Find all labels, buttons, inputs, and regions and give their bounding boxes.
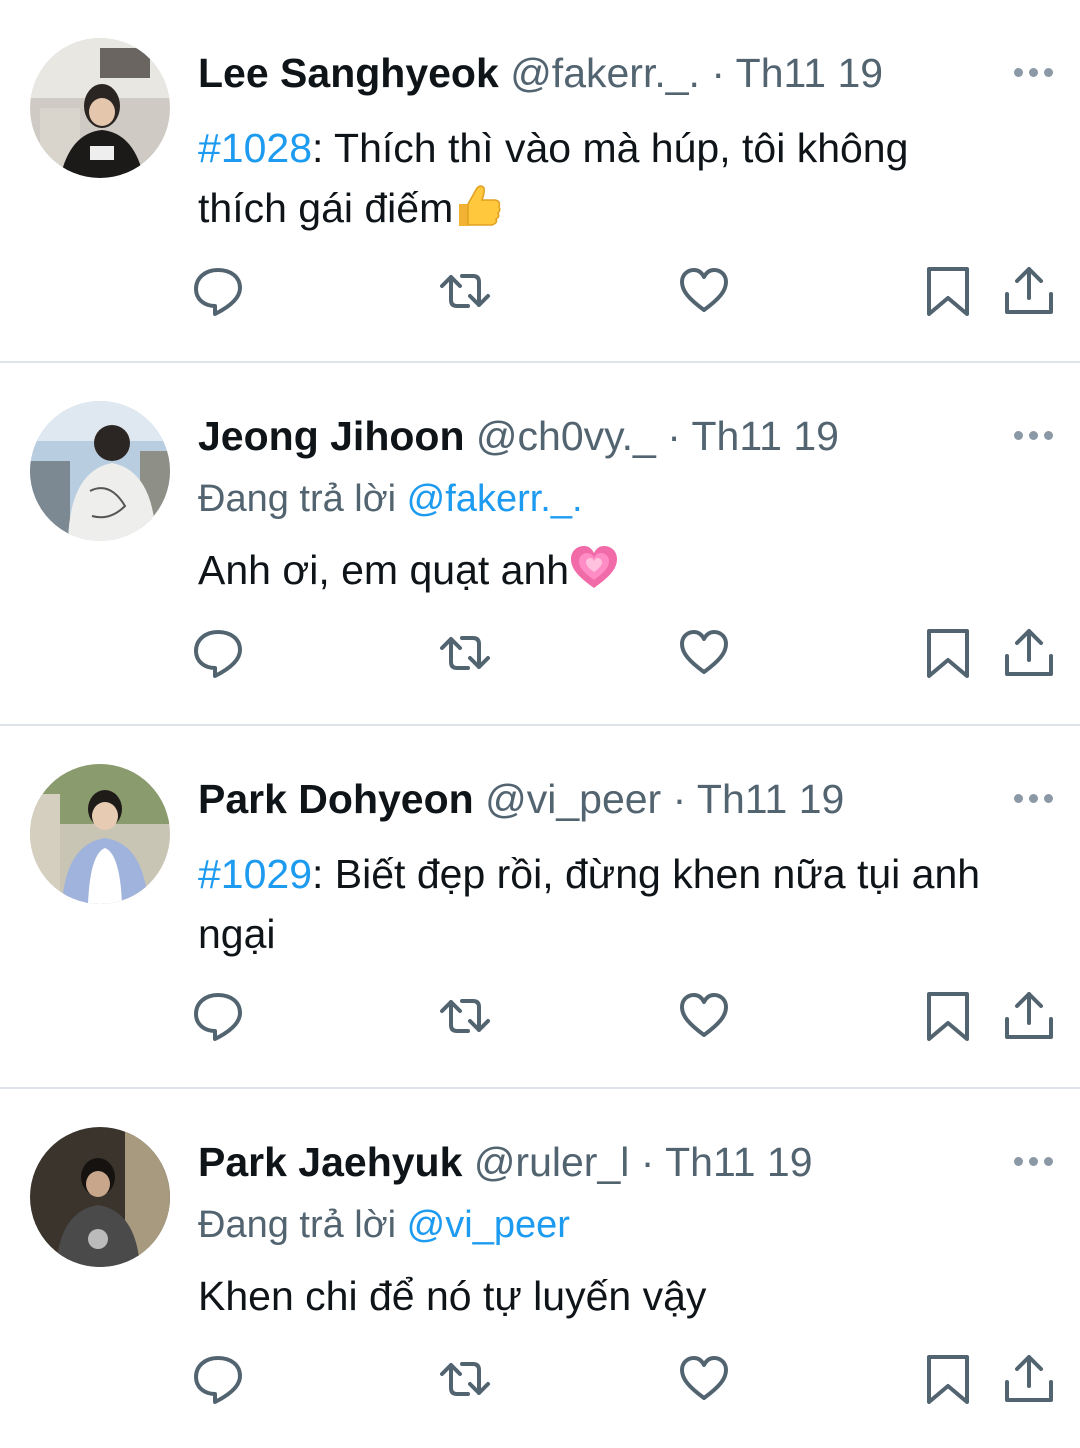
- more-icon[interactable]: [1014, 431, 1054, 443]
- avatar[interactable]: [30, 764, 170, 904]
- display-name[interactable]: Jeong Jihoon: [198, 413, 465, 459]
- like-icon[interactable]: [677, 989, 731, 1043]
- tweet-actions: [0, 1352, 1080, 1406]
- avatar[interactable]: [30, 38, 170, 178]
- reply-mention-link[interactable]: @fakerr._.: [407, 478, 583, 520]
- tweet-text-content: : Biết đẹp rồi, đừng khen nữa tụi anh ng…: [198, 851, 981, 957]
- display-name[interactable]: Park Dohyeon: [198, 776, 474, 822]
- retweet-icon[interactable]: [438, 989, 492, 1043]
- tweet[interactable]: Park Dohyeon @vi_peer · Th11 19 #1029: B…: [0, 726, 1080, 1088]
- tweet[interactable]: Park Jaehyuk @ruler_l · Th11 19 Đang trả…: [0, 1089, 1080, 1448]
- separator-dot: ·: [711, 50, 725, 96]
- reply-icon[interactable]: [191, 626, 245, 680]
- growing-heart-icon: [569, 544, 619, 592]
- more-icon[interactable]: [1014, 1157, 1054, 1169]
- tweet-date[interactable]: Th11 19: [665, 1139, 812, 1185]
- tweet-date[interactable]: Th11 19: [697, 776, 844, 822]
- share-icon[interactable]: [1002, 1352, 1056, 1406]
- tweet-text-content: Anh ơi, em quạt anh: [198, 547, 570, 593]
- avatar[interactable]: [30, 401, 170, 541]
- user-handle[interactable]: @vi_peer: [485, 776, 661, 822]
- tweet[interactable]: Lee Sanghyeok @fakerr._. · Th11 19 #1028…: [0, 0, 1080, 362]
- separator-dot: ·: [640, 1139, 655, 1185]
- tweet-date[interactable]: Th11 19: [692, 413, 839, 459]
- user-handle[interactable]: @ruler_l: [474, 1139, 630, 1185]
- tweet-header: Lee Sanghyeok @fakerr._. · Th11 19: [198, 49, 883, 97]
- reply-mention-link[interactable]: @vi_peer: [407, 1204, 570, 1246]
- bookmark-icon[interactable]: [921, 626, 975, 680]
- tweet-header: Park Jaehyuk @ruler_l · Th11 19: [198, 1138, 813, 1186]
- more-icon[interactable]: [1014, 794, 1054, 806]
- like-icon[interactable]: [677, 1352, 731, 1406]
- retweet-icon[interactable]: [438, 626, 492, 680]
- tweet-text: #1029: Biết đẹp rồi, đừng khen nữa tụi a…: [198, 844, 998, 964]
- share-icon[interactable]: [1002, 626, 1056, 680]
- reply-context: Đang trả lời @vi_peer: [198, 1202, 570, 1248]
- retweet-icon[interactable]: [438, 264, 492, 318]
- reply-icon[interactable]: [191, 1352, 245, 1406]
- bookmark-icon[interactable]: [921, 989, 975, 1043]
- tweet-date[interactable]: Th11 19: [736, 50, 883, 96]
- separator-dot: ·: [667, 413, 681, 459]
- share-icon[interactable]: [1002, 989, 1056, 1043]
- display-name[interactable]: Park Jaehyuk: [198, 1139, 462, 1185]
- bookmark-icon[interactable]: [921, 264, 975, 318]
- tweet-actions: [0, 264, 1080, 318]
- thumbs-up-icon: [453, 182, 503, 230]
- separator-dot: ·: [672, 776, 687, 822]
- tweet-text: #1028: Thích thì vào mà húp, tôi không t…: [198, 118, 998, 238]
- tweet-actions: [0, 626, 1080, 680]
- bookmark-icon[interactable]: [921, 1352, 975, 1406]
- tweet-text: Khen chi để nó tự luyến vậy: [198, 1266, 998, 1326]
- tweet-text-content: Khen chi để nó tự luyến vậy: [198, 1273, 707, 1319]
- reply-context: Đang trả lời @fakerr._.: [198, 476, 583, 522]
- reply-icon[interactable]: [191, 989, 245, 1043]
- display-name[interactable]: Lee Sanghyeok: [198, 50, 499, 96]
- hashtag-link[interactable]: #1028: [198, 125, 312, 171]
- like-icon[interactable]: [677, 626, 731, 680]
- tweet-text: Anh ơi, em quạt anh: [198, 540, 998, 600]
- user-handle[interactable]: @ch0vy._: [476, 413, 656, 459]
- more-icon[interactable]: [1014, 68, 1054, 80]
- hashtag-link[interactable]: #1029: [198, 851, 312, 897]
- tweet-header: Park Dohyeon @vi_peer · Th11 19: [198, 775, 844, 823]
- like-icon[interactable]: [677, 264, 731, 318]
- tweet-header: Jeong Jihoon @ch0vy._ · Th11 19: [198, 412, 839, 460]
- share-icon[interactable]: [1002, 264, 1056, 318]
- user-handle[interactable]: @fakerr._.: [510, 50, 700, 96]
- reply-icon[interactable]: [191, 264, 245, 318]
- tweet[interactable]: Jeong Jihoon @ch0vy._ · Th11 19 Đang trả…: [0, 363, 1080, 725]
- tweet-actions: [0, 989, 1080, 1043]
- retweet-icon[interactable]: [438, 1352, 492, 1406]
- avatar[interactable]: [30, 1127, 170, 1267]
- reply-prefix: Đang trả lời: [198, 1204, 407, 1246]
- reply-prefix: Đang trả lời: [198, 478, 407, 520]
